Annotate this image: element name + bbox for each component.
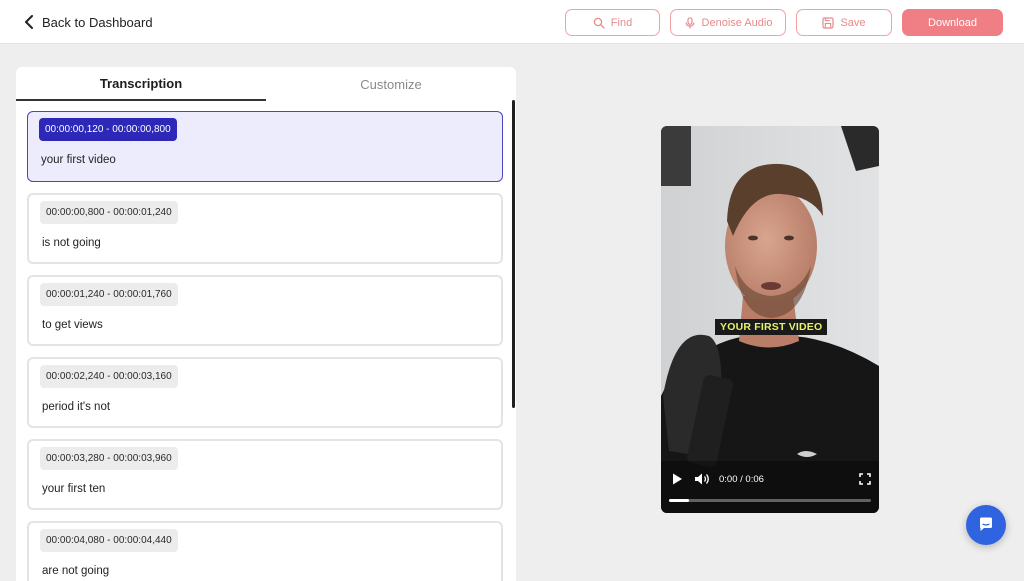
find-button[interactable]: Find	[565, 9, 660, 36]
play-icon[interactable]	[670, 472, 684, 486]
segment-text[interactable]: is not going	[42, 237, 101, 249]
segment-timestamp: 00:00:00,800 - 00:00:01,240	[40, 201, 178, 224]
save-icon	[822, 16, 835, 29]
save-button[interactable]: Save	[796, 9, 892, 36]
segment-timestamp: 00:00:03,280 - 00:00:03,960	[40, 447, 178, 470]
transcription-panel: Transcription Customize 00:00:00,120 - 0…	[16, 67, 516, 581]
back-label: Back to Dashboard	[42, 14, 153, 30]
video-player[interactable]: YOUR FIRST VIDEO 0:00 / 0:06	[661, 126, 879, 513]
denoise-label: Denoise Audio	[701, 16, 773, 29]
segment-text[interactable]: are not going	[42, 565, 109, 577]
video-controls: 0:00 / 0:06	[661, 468, 879, 513]
transcript-segment[interactable]: 00:00:00,800 - 00:00:01,240 is not going	[27, 193, 503, 264]
segment-timestamp: 00:00:04,080 - 00:00:04,440	[40, 529, 178, 552]
subtitle-caption: YOUR FIRST VIDEO	[715, 319, 828, 335]
transcript-segment[interactable]: 00:00:02,240 - 00:00:03,160 period it's n…	[27, 357, 503, 428]
scrollbar-thumb[interactable]	[512, 100, 515, 408]
segment-text[interactable]: your first ten	[42, 483, 105, 495]
segment-text[interactable]: to get views	[42, 319, 103, 331]
transcript-segment[interactable]: 00:00:04,080 - 00:00:04,440 are not going	[27, 521, 503, 581]
find-label: Find	[610, 16, 633, 29]
save-label: Save	[840, 16, 866, 29]
volume-icon[interactable]	[694, 472, 710, 486]
top-bar: Back to Dashboard Find Denoise Audio Sav…	[0, 0, 1024, 44]
segment-text[interactable]: your first video	[41, 154, 116, 166]
download-label: Download	[928, 16, 977, 29]
transcript-segment[interactable]: 00:00:00,120 - 00:00:00,800 your first vi…	[27, 111, 503, 182]
tab-bar: Transcription Customize	[16, 67, 516, 101]
fullscreen-icon[interactable]	[859, 473, 871, 485]
progress-fill	[669, 499, 690, 502]
tab-customize[interactable]: Customize	[266, 67, 516, 101]
progress-bar[interactable]	[669, 499, 871, 502]
segment-timestamp: 00:00:00,120 - 00:00:00,800	[39, 118, 177, 141]
transcript-segment[interactable]: 00:00:01,240 - 00:00:01,760 to get views	[27, 275, 503, 346]
segment-timestamp: 00:00:02,240 - 00:00:03,160	[40, 365, 178, 388]
back-to-dashboard-link[interactable]: Back to Dashboard	[24, 12, 153, 32]
microphone-icon	[685, 16, 694, 28]
transcript-segment[interactable]: 00:00:03,280 - 00:00:03,960 your first te…	[27, 439, 503, 510]
download-button[interactable]: Download	[902, 9, 1003, 36]
denoise-audio-button[interactable]: Denoise Audio	[670, 9, 786, 36]
chat-icon	[980, 517, 992, 531]
segment-timestamp: 00:00:01,240 - 00:00:01,760	[40, 283, 178, 306]
tab-transcription[interactable]: Transcription	[16, 67, 266, 101]
chat-button[interactable]	[966, 505, 1006, 545]
time-display: 0:00 / 0:06	[719, 474, 764, 485]
search-icon	[593, 17, 605, 29]
segment-text[interactable]: period it's not	[42, 401, 110, 413]
chevron-left-icon	[25, 15, 33, 29]
